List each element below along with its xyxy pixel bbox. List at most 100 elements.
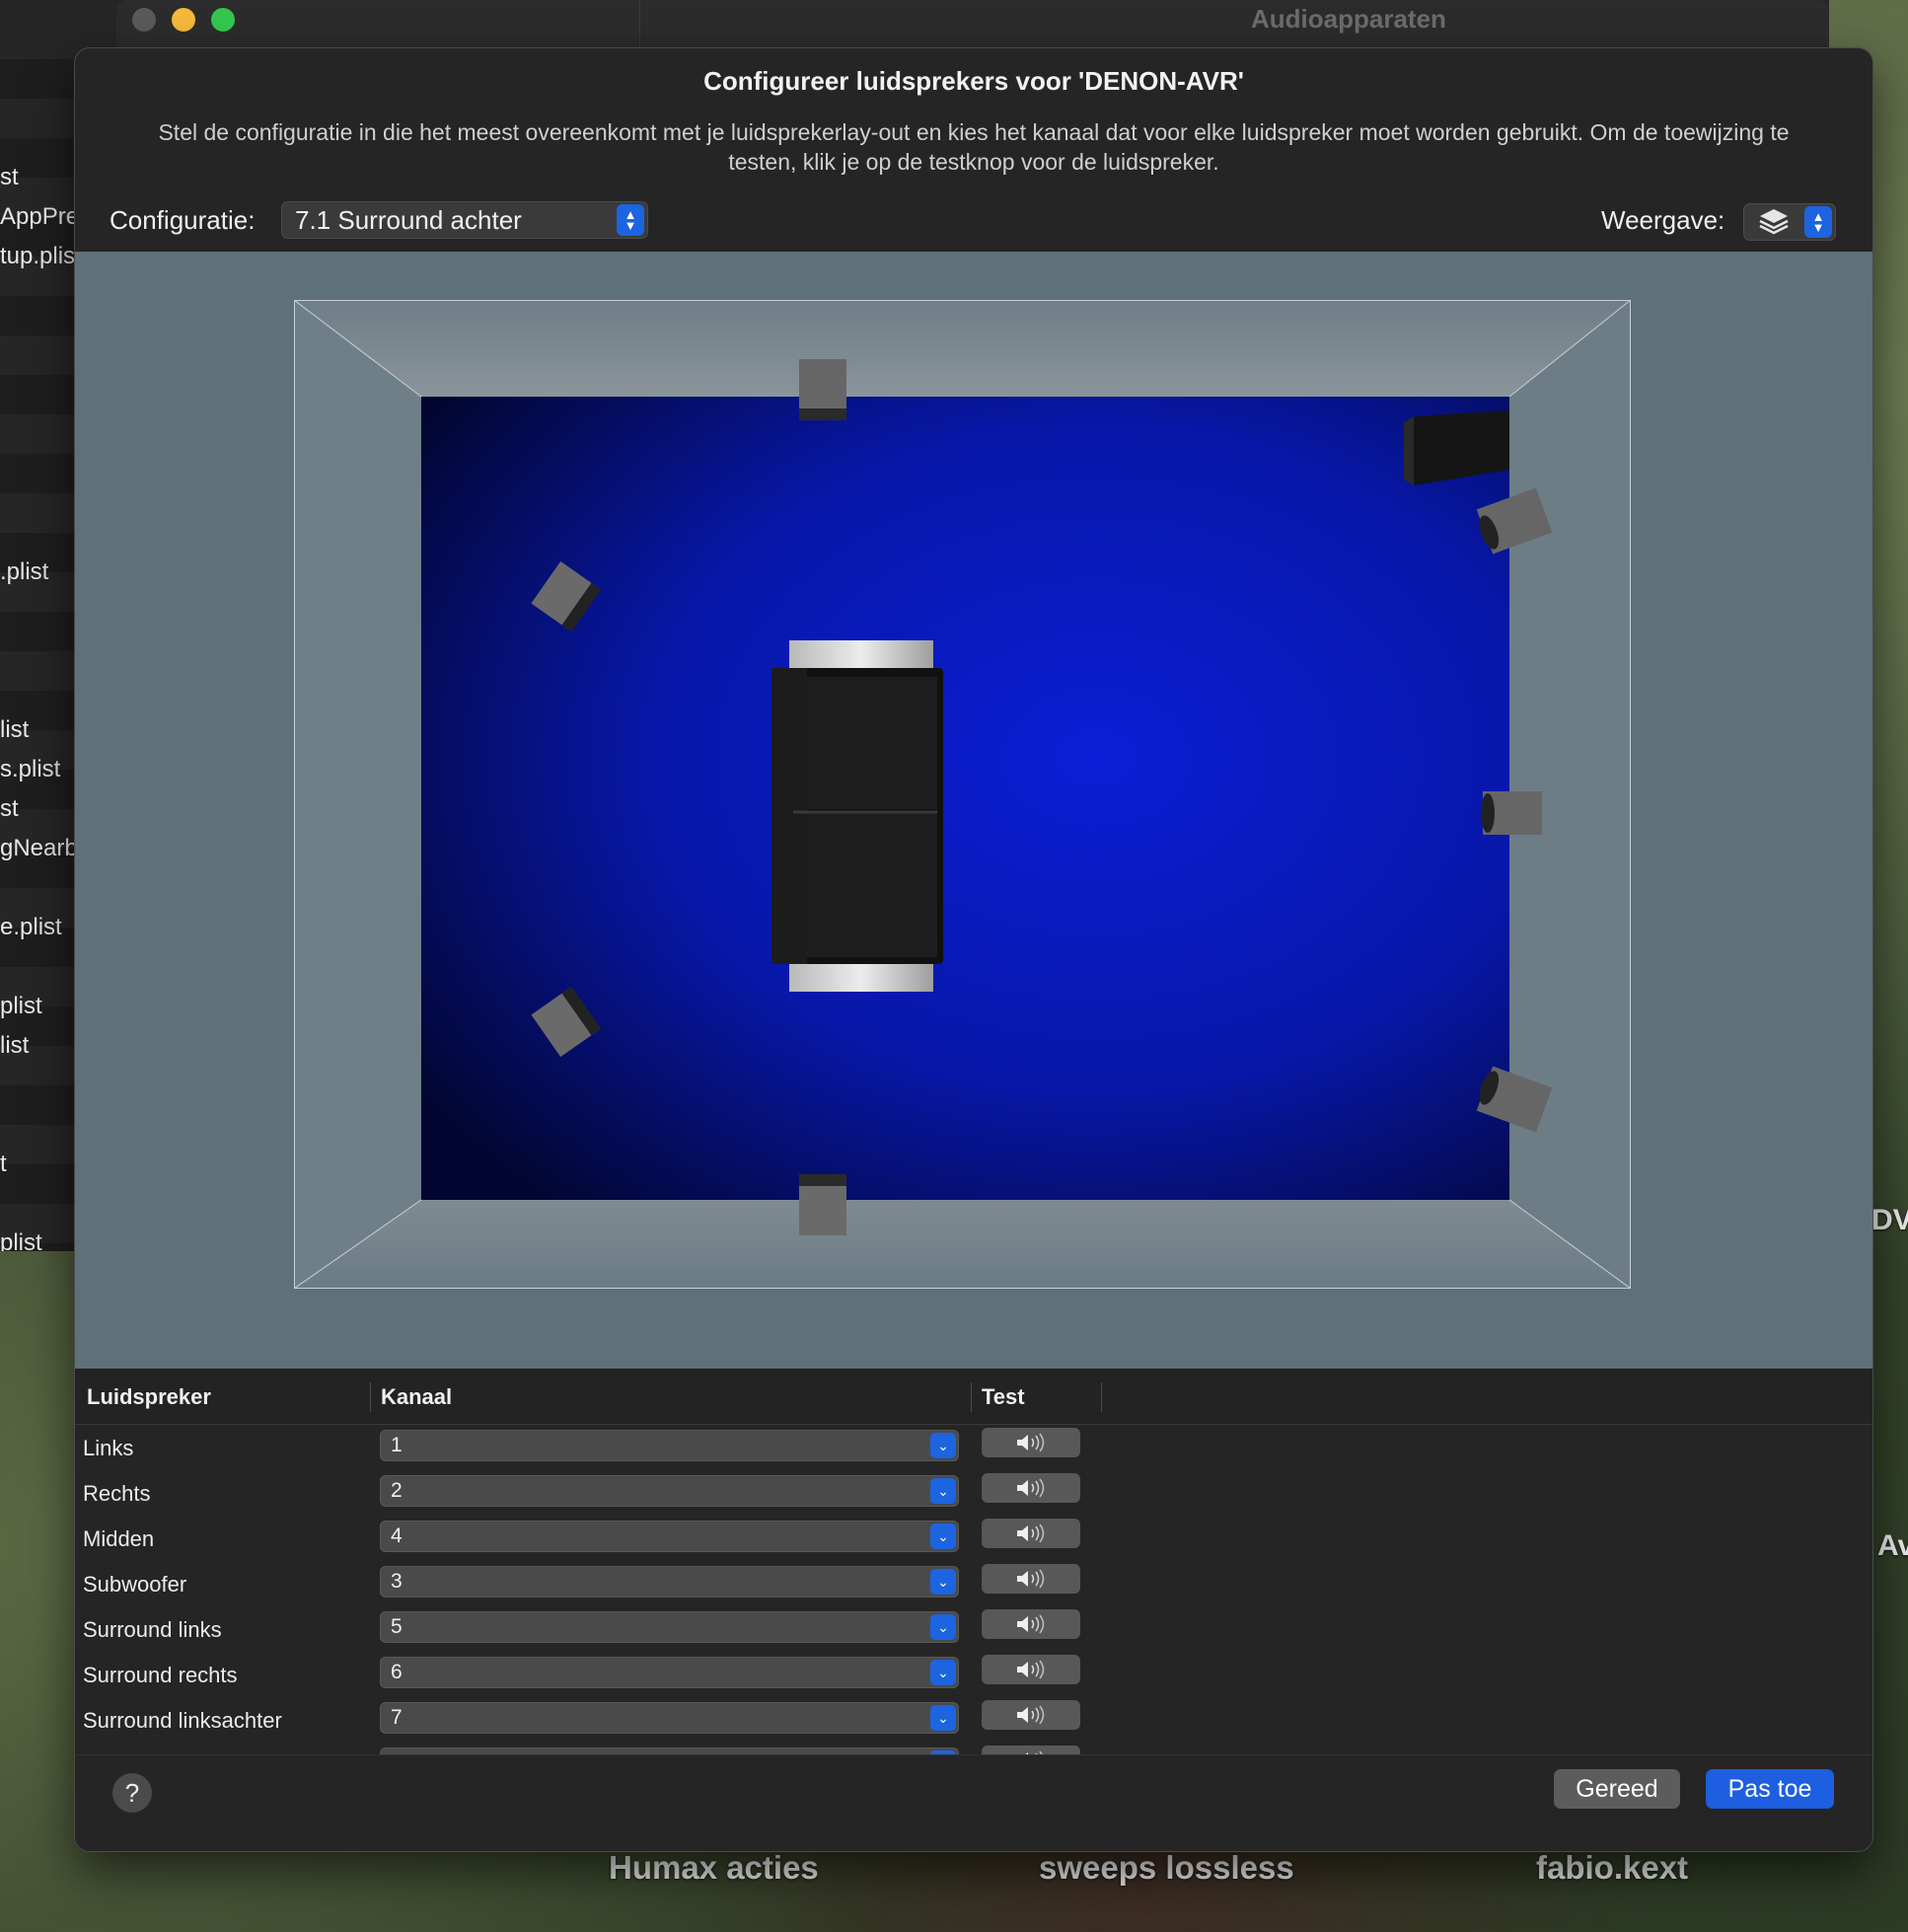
- test-speaker-button[interactable]: [982, 1564, 1080, 1594]
- channel-select[interactable]: 3 ⌄: [380, 1566, 959, 1598]
- done-button[interactable]: Gereed: [1554, 1769, 1680, 1809]
- column-header-test[interactable]: Test: [982, 1384, 1025, 1410]
- close-window-button[interactable]: [132, 8, 156, 32]
- test-speaker-button[interactable]: [982, 1519, 1080, 1548]
- apply-button[interactable]: Pas toe: [1706, 1769, 1834, 1809]
- sheet-footer: ? Gereed Pas toe: [75, 1754, 1872, 1851]
- speaker-volume-icon: [1017, 1660, 1045, 1679]
- file-list-item[interactable]: st: [0, 164, 19, 191]
- configuration-popup[interactable]: 7.1 Surround achter ▲ ▼: [281, 201, 648, 239]
- column-header-speaker[interactable]: Luidspreker: [87, 1384, 211, 1410]
- sheet-description: Stel de configuratie in die het meest ov…: [158, 119, 1790, 175]
- channel-select[interactable]: 4 ⌄: [380, 1521, 959, 1552]
- speaker-volume-icon: [1017, 1523, 1045, 1543]
- file-list-item[interactable]: s.plist: [0, 756, 60, 783]
- room-visualization: [294, 300, 1631, 1289]
- speaker-volume-icon: [1017, 1433, 1045, 1452]
- table-row: Links 1 ⌄: [75, 1425, 1872, 1470]
- file-list-item[interactable]: list: [0, 716, 29, 744]
- test-speaker-button[interactable]: [982, 1473, 1080, 1503]
- speaker-name: Surround linksachter: [83, 1708, 282, 1733]
- chevron-down-icon: ⌄: [930, 1705, 956, 1731]
- speaker-name: Surround rechts: [83, 1663, 238, 1687]
- room-floor: [421, 397, 1509, 1200]
- speaker-volume-icon: [1017, 1478, 1045, 1498]
- configuration-label: Configuratie:: [110, 205, 256, 235]
- speaker-surround-right: [1481, 791, 1542, 835]
- channel-select[interactable]: 7 ⌄: [380, 1702, 959, 1734]
- desktop-edge-label: DV: [1871, 1204, 1908, 1236]
- table-row: Surround links 5 ⌄: [75, 1606, 1872, 1652]
- speaker-config-sheet: Configureer luidsprekers voor 'DENON-AVR…: [74, 47, 1873, 1852]
- file-list-item[interactable]: list: [0, 1032, 29, 1060]
- chevron-down-icon: ⌄: [930, 1478, 956, 1504]
- test-speaker-button[interactable]: [982, 1428, 1080, 1457]
- channel-value: 5: [391, 1615, 403, 1638]
- room-wall-bottom: [294, 1200, 1631, 1289]
- speaker-center: [799, 359, 846, 420]
- channel-value: 1: [391, 1434, 403, 1456]
- file-list-item[interactable]: st: [0, 795, 19, 823]
- test-speaker-button[interactable]: [982, 1700, 1080, 1730]
- speaker-table: Links 1 ⌄ Rechts 2 ⌄ Midden 4 ⌄ Subwoofer 3 ⌄ Surrou…: [75, 1425, 1872, 1754]
- sofa: [771, 640, 943, 992]
- channel-value: 7: [391, 1706, 403, 1729]
- speaker-name: Rechts: [83, 1481, 151, 1506]
- chevron-down-icon: ⌄: [930, 1523, 956, 1549]
- desktop-icon-label[interactable]: fabio.kext: [1536, 1849, 1688, 1887]
- chevron-down-icon: ⌄: [930, 1433, 956, 1458]
- chevron-down-icon: ⌄: [930, 1660, 956, 1685]
- test-speaker-button[interactable]: [982, 1655, 1080, 1684]
- background-window-titlebar: Audioapparaten: [116, 0, 1829, 47]
- desktop-icon-label[interactable]: Humax acties: [609, 1849, 819, 1887]
- minimize-window-button[interactable]: [172, 8, 195, 32]
- channel-select[interactable]: 6 ⌄: [380, 1657, 959, 1688]
- table-row: Surround rechts 6 ⌄: [75, 1652, 1872, 1697]
- chevron-up-down-icon: ▲ ▼: [1804, 206, 1832, 238]
- test-speaker-button[interactable]: [982, 1609, 1080, 1639]
- file-list-item[interactable]: plist: [0, 1229, 42, 1251]
- channel-select[interactable]: ⌄: [380, 1747, 959, 1754]
- view-popup[interactable]: ▲ ▼: [1743, 203, 1836, 241]
- desktop-edge-label: Av: [1877, 1529, 1908, 1562]
- speaker-name: Surround links: [83, 1617, 222, 1642]
- channel-select[interactable]: 2 ⌄: [380, 1475, 959, 1507]
- table-row: Midden 4 ⌄: [75, 1516, 1872, 1561]
- room-wall-left: [294, 300, 421, 1289]
- view-label: Weergave:: [1601, 205, 1725, 235]
- file-list-item[interactable]: tup.plis: [0, 243, 74, 270]
- column-header-channel[interactable]: Kanaal: [381, 1384, 452, 1410]
- speaker-surround-left: [799, 1174, 846, 1235]
- file-list-item[interactable]: t: [0, 1151, 7, 1178]
- table-row: Surround linksachter 7 ⌄: [75, 1697, 1872, 1743]
- channel-select[interactable]: 1 ⌄: [380, 1430, 959, 1461]
- channel-value: 6: [391, 1661, 403, 1683]
- chevron-up-down-icon: ▲ ▼: [617, 204, 644, 236]
- file-list-item[interactable]: gNearb: [0, 835, 74, 862]
- layers-icon: [1759, 209, 1789, 235]
- speaker-name: Subwoofer: [83, 1572, 187, 1597]
- configuration-value: 7.1 Surround achter: [295, 205, 522, 235]
- test-speaker-button[interactable]: [982, 1746, 1080, 1754]
- file-list-item[interactable]: .plist: [0, 558, 48, 586]
- table-row: Rechts 2 ⌄: [75, 1470, 1872, 1516]
- file-list-item[interactable]: e.plist: [0, 914, 62, 941]
- file-list-item[interactable]: plist: [0, 993, 42, 1020]
- chevron-down-icon: ⌄: [930, 1614, 956, 1640]
- room-view: [75, 252, 1872, 1369]
- speaker-table-header: Luidspreker Kanaal Test: [75, 1369, 1872, 1425]
- window-title: Audioapparaten: [1251, 4, 1446, 34]
- room-wall-top: [294, 300, 1631, 397]
- channel-value: 3: [391, 1570, 403, 1593]
- help-button[interactable]: ?: [112, 1773, 152, 1813]
- table-row: ⌄: [75, 1743, 1872, 1754]
- chevron-down-icon: ⌄: [930, 1569, 956, 1595]
- speaker-name: Midden: [83, 1526, 155, 1551]
- channel-select[interactable]: 5 ⌄: [380, 1611, 959, 1643]
- file-list-item[interactable]: AppPre: [0, 203, 74, 231]
- speaker-volume-icon: [1017, 1569, 1045, 1589]
- zoom-window-button[interactable]: [211, 8, 235, 32]
- channel-value: 2: [391, 1479, 403, 1502]
- desktop-icon-label[interactable]: sweeps lossless: [1039, 1849, 1294, 1887]
- speaker-volume-icon: [1017, 1614, 1045, 1634]
